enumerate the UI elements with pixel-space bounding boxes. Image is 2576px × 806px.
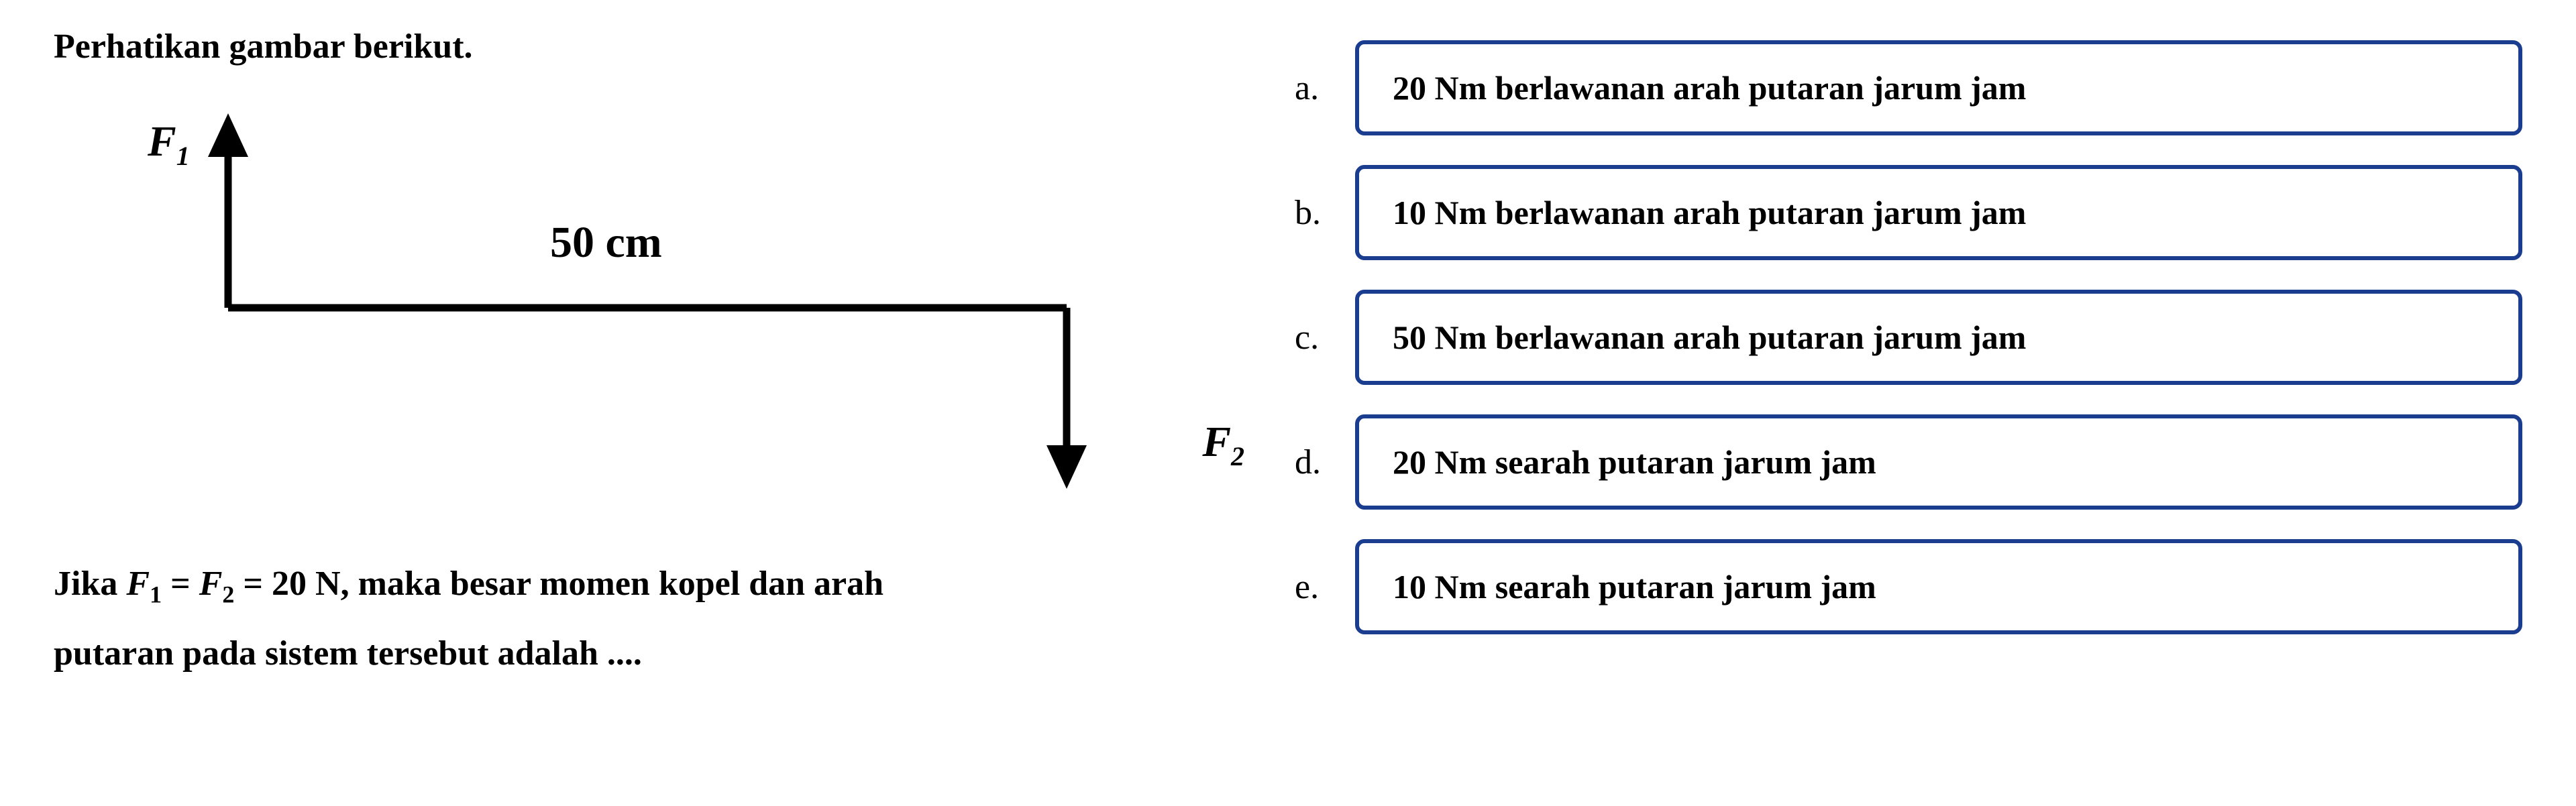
option-e-letter: e. [1295,567,1335,607]
option-a-row: a. 20 Nm berlawanan arah putaran jarum j… [1295,40,2522,135]
distance-label: 50 cm [550,217,662,268]
force-diagram: F1 50 cm F2 [188,107,1194,496]
option-b-row: b. 10 Nm berlawanan arah putaran jarum j… [1295,165,2522,260]
option-d-box[interactable]: 20 Nm searah putaran jarum jam [1355,414,2522,510]
question-text: Jika F1 = F2 = 20 N, maka besar momen ko… [54,549,1241,689]
option-b-box[interactable]: 10 Nm berlawanan arah putaran jarum jam [1355,165,2522,260]
options-panel: a. 20 Nm berlawanan arah putaran jarum j… [1295,27,2522,779]
option-d-row: d. 20 Nm searah putaran jarum jam [1295,414,2522,510]
option-c-box[interactable]: 50 Nm berlawanan arah putaran jarum jam [1355,290,2522,385]
option-d-letter: d. [1295,443,1335,482]
question-panel: Perhatikan gambar berikut. F1 50 cm F2 J… [54,27,1295,779]
option-a-box[interactable]: 20 Nm berlawanan arah putaran jarum jam [1355,40,2522,135]
f1-label: F1 [148,117,190,172]
option-c-letter: c. [1295,318,1335,357]
option-b-letter: b. [1295,193,1335,233]
option-a-letter: a. [1295,68,1335,108]
option-e-row: e. 10 Nm searah putaran jarum jam [1295,539,2522,634]
option-c-row: c. 50 Nm berlawanan arah putaran jarum j… [1295,290,2522,385]
f2-label: F2 [1202,417,1244,472]
option-e-box[interactable]: 10 Nm searah putaran jarum jam [1355,539,2522,634]
diagram-svg [188,107,1194,496]
question-intro: Perhatikan gambar berikut. [54,27,1241,66]
